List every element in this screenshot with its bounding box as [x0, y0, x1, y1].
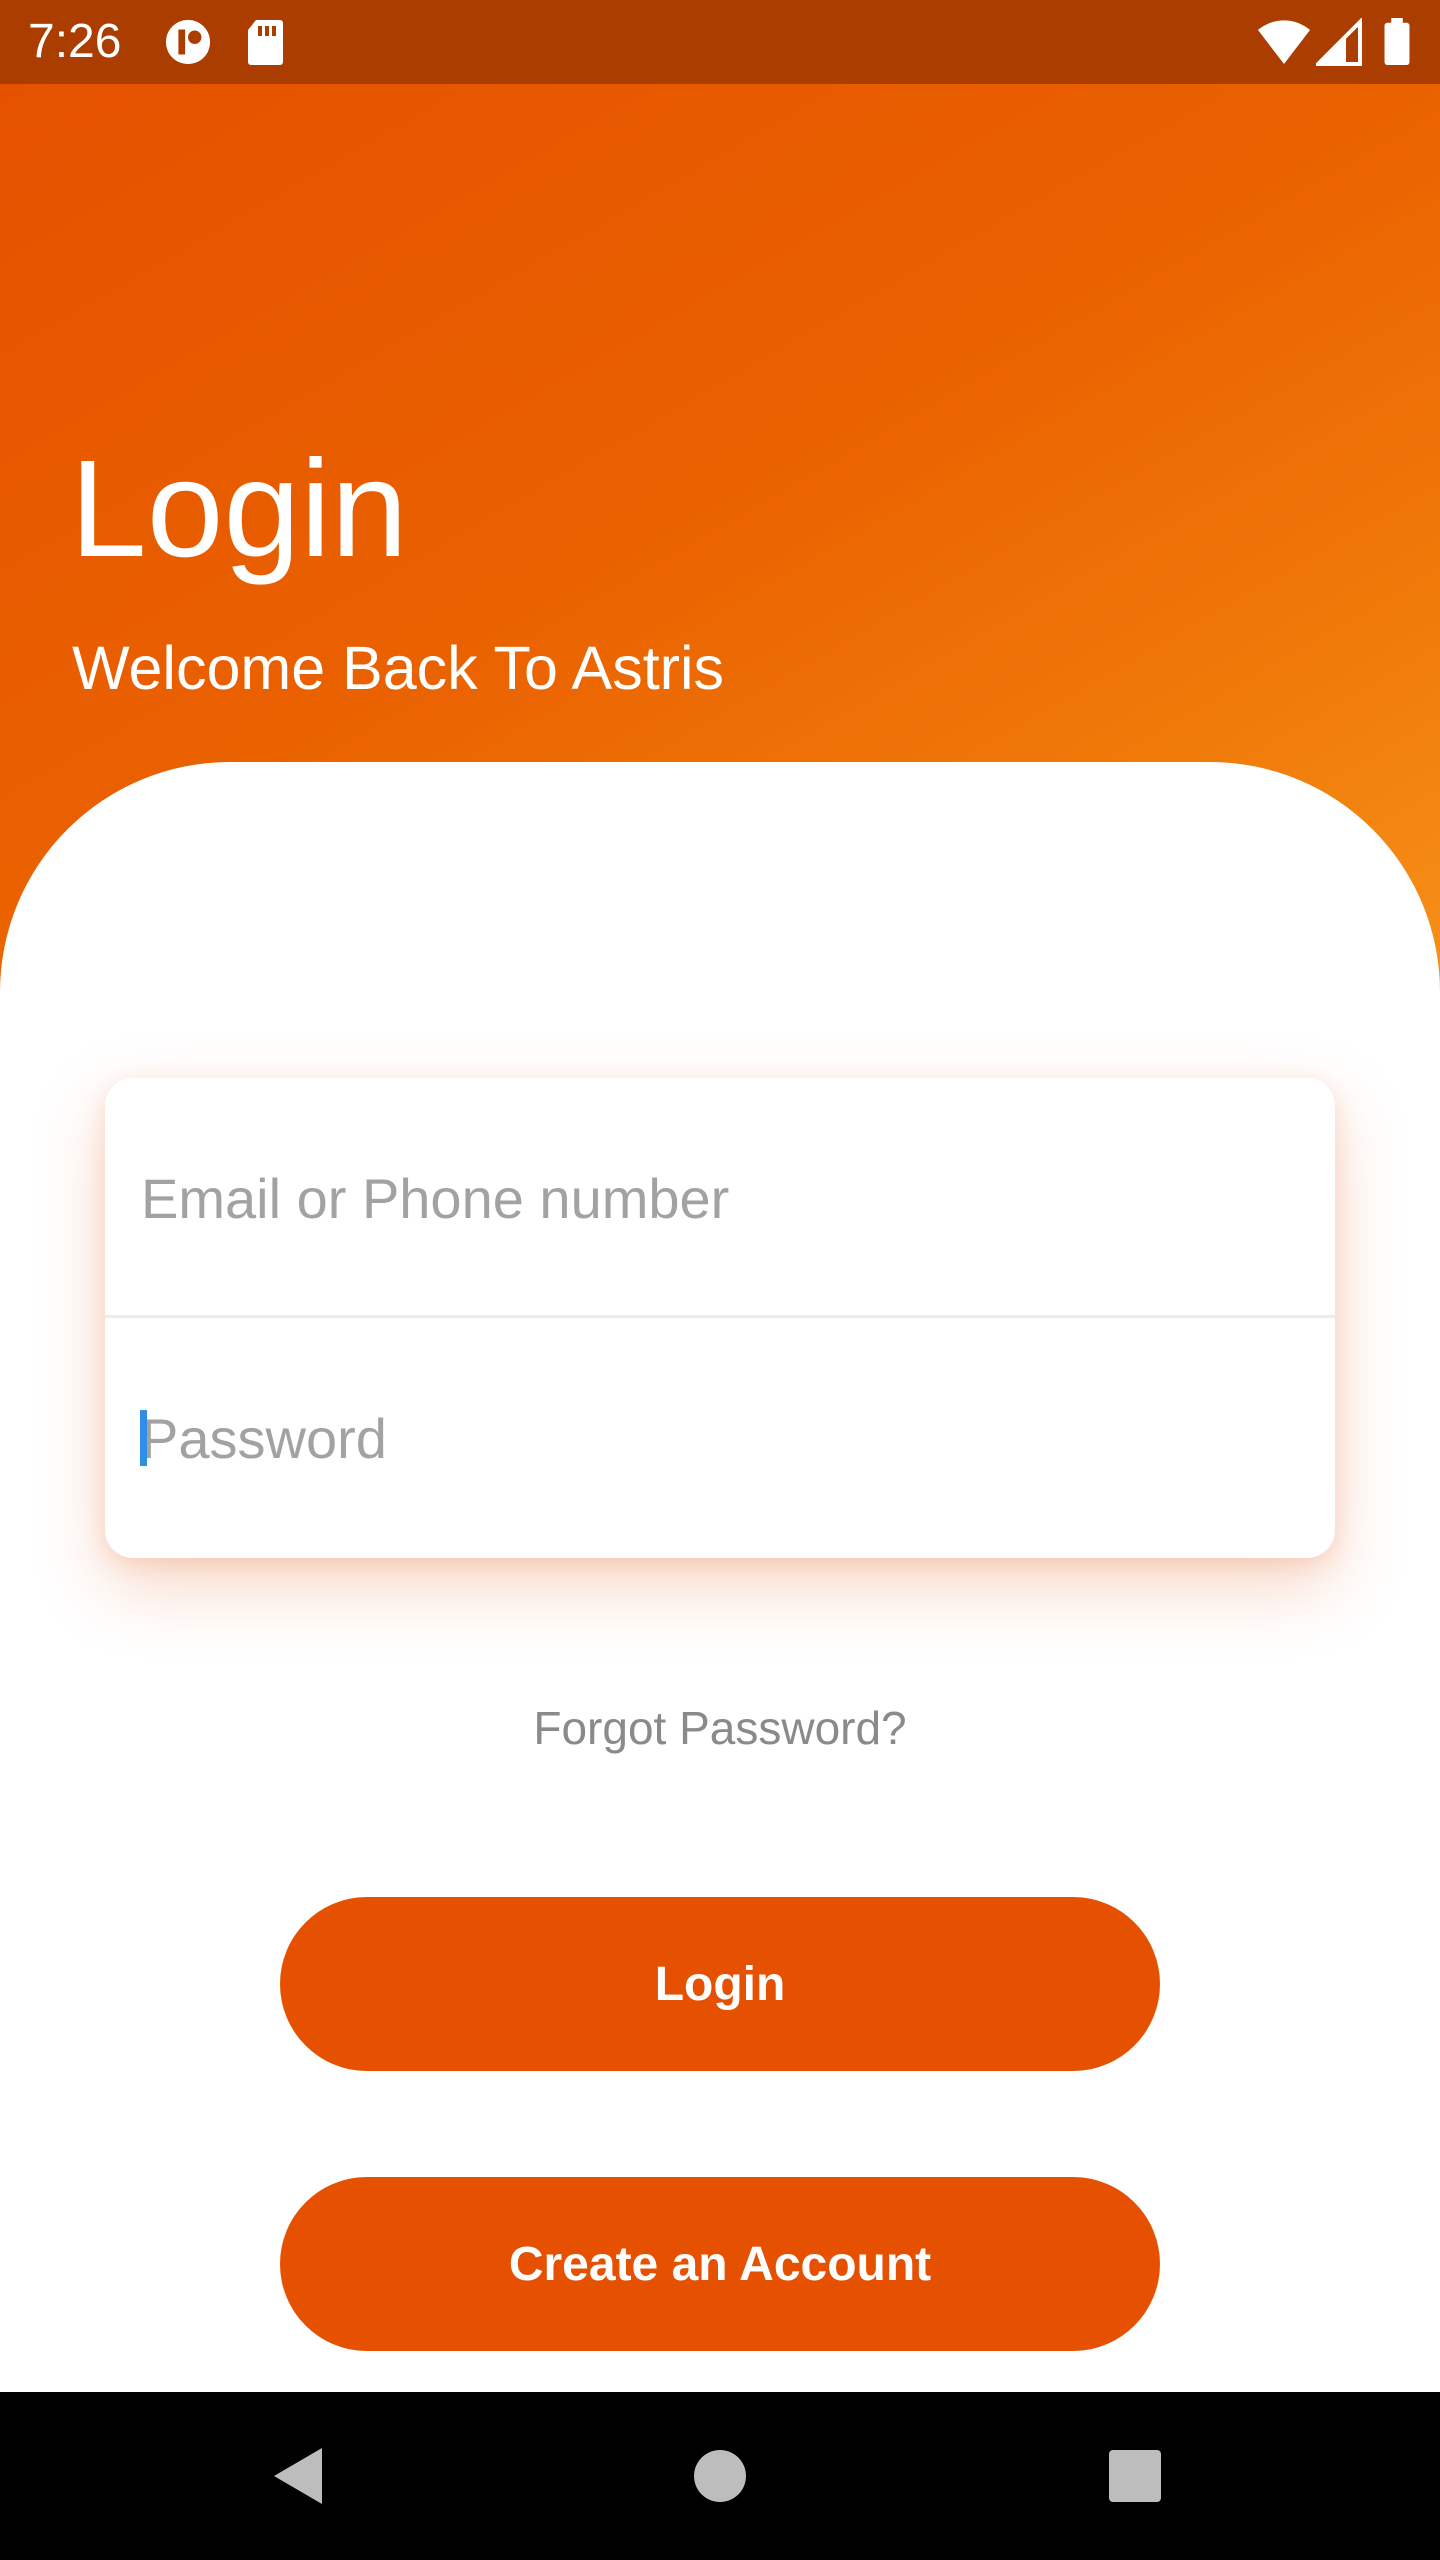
login-screen: 7:26 Login Welcome Back To Astris Email … — [0, 0, 1440, 2560]
page-title: Login — [70, 432, 408, 586]
login-form-card — [105, 1078, 1335, 1558]
status-time: 7:26 — [28, 15, 122, 68]
recents-icon[interactable] — [1095, 2436, 1175, 2516]
cell-signal-icon — [1316, 18, 1362, 66]
password-input[interactable] — [141, 1318, 1301, 1558]
back-icon[interactable] — [260, 2436, 340, 2516]
battery-icon — [1384, 18, 1410, 66]
login-button[interactable]: Login — [280, 1897, 1160, 2071]
create-account-button[interactable]: Create an Account — [280, 2177, 1160, 2351]
sd-card-icon — [248, 20, 283, 65]
forgot-password-link[interactable]: Forgot Password? — [0, 1700, 1440, 1756]
email-field-row — [105, 1078, 1335, 1318]
status-bar: 7:26 — [0, 0, 1440, 84]
navigation-bar — [0, 2392, 1440, 2560]
page-subtitle: Welcome Back To Astris — [72, 634, 725, 702]
content-sheet — [0, 762, 1440, 2392]
notification-app-icon — [165, 19, 211, 65]
home-icon[interactable] — [680, 2436, 760, 2516]
password-field-row — [105, 1318, 1335, 1558]
text-caret — [140, 1410, 147, 1466]
wifi-icon — [1258, 20, 1310, 64]
email-input[interactable] — [141, 1078, 1301, 1318]
